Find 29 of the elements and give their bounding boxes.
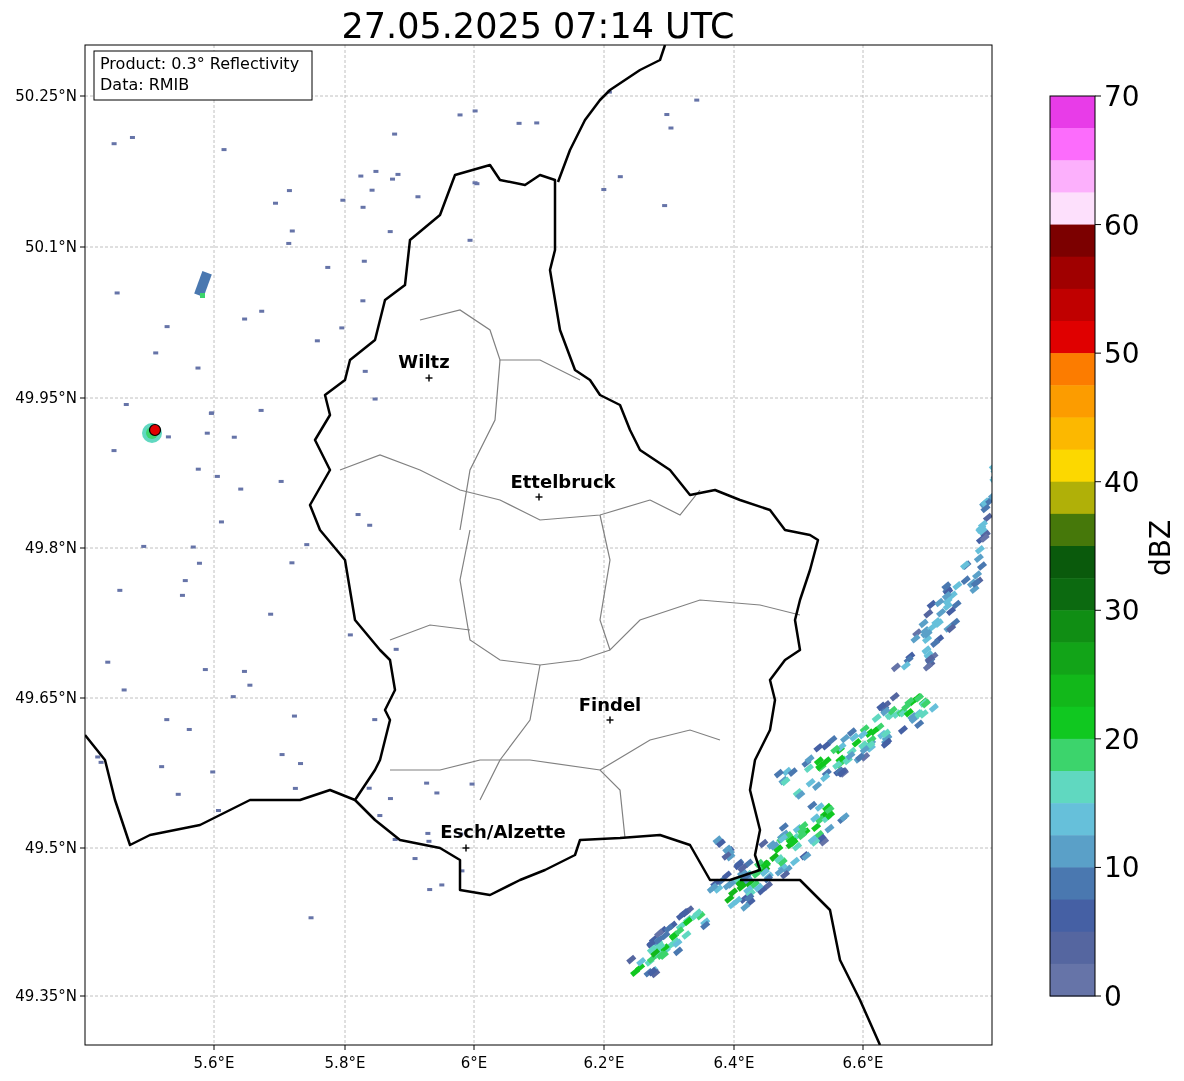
x-tick-label: 6.4°E xyxy=(713,1054,755,1072)
city-label: Esch/Alzette xyxy=(440,821,566,842)
legend-text: Data: RMIB xyxy=(100,75,190,94)
city-label: Ettelbruck xyxy=(510,471,616,492)
y-tick-label: 49.95°N xyxy=(15,389,77,407)
legend-text: Product: 0.3° Reflectivity xyxy=(100,54,300,73)
colorbar-tick-label: 30 xyxy=(1104,594,1140,628)
colorbar-tick-label: 70 xyxy=(1104,80,1140,113)
x-tick-label: 5.8°E xyxy=(324,1054,366,1072)
y-tick-label: 49.5°N xyxy=(24,839,77,857)
x-tick-label: 6.2°E xyxy=(583,1054,625,1072)
colorbar-tick-label: 40 xyxy=(1104,465,1140,499)
colorbar-tick-label: 0 xyxy=(1104,980,1122,1013)
colorbar-tick-label: 60 xyxy=(1104,208,1140,242)
x-tick-label: 6°E xyxy=(460,1054,488,1072)
x-tick-label: 6.6°E xyxy=(842,1054,884,1072)
y-tick-label: 50.1°N xyxy=(24,238,77,256)
y-tick-label: 50.25°N xyxy=(15,87,77,105)
y-tick-label: 49.65°N xyxy=(15,689,77,707)
city-label: Findel xyxy=(578,694,642,715)
y-tick-label: 49.8°N xyxy=(24,539,77,557)
x-tick-label: 5.6°E xyxy=(193,1054,235,1072)
colorbar-tick-label: 10 xyxy=(1104,851,1140,885)
colorbar-tick-label: 50 xyxy=(1104,337,1140,371)
city-label: Wiltz xyxy=(398,351,450,372)
y-tick-label: 49.35°N xyxy=(15,987,77,1005)
colorbar-label: dBZ xyxy=(1144,519,1177,577)
chart-title: 27.05.2025 07:14 UTC xyxy=(341,6,735,46)
colorbar-tick-label: 20 xyxy=(1104,722,1140,756)
